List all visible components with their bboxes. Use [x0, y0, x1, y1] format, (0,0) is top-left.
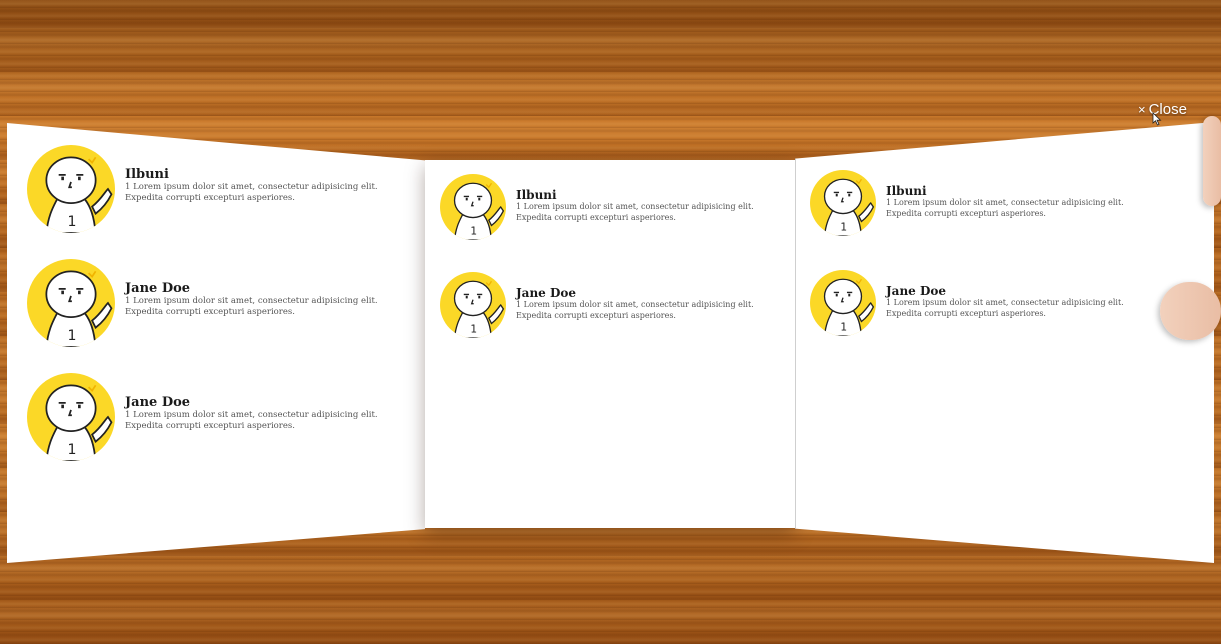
close-icon[interactable]: ×: [1138, 102, 1146, 117]
svg-text:1: 1: [67, 442, 76, 458]
svg-text:1: 1: [840, 322, 847, 334]
card-description: 1 Lorem ipsum dolor sit amet, consectetu…: [125, 182, 378, 204]
card-ilbuni[interactable]: 1 Ilbuni 1 Lorem ipsum dolor sit amet, c…: [440, 174, 776, 240]
card-description: 1 Lorem ipsum dolor sit amet, consectetu…: [516, 202, 754, 222]
card-jane-doe[interactable]: 1 Jane Doe 1 Lorem ipsum dolor sit amet,…: [27, 259, 405, 347]
avatar: 1: [27, 373, 115, 461]
avatar: 1: [810, 170, 876, 236]
card-jane-doe[interactable]: 1 Jane Doe 1 Lorem ipsum dolor sit amet,…: [810, 270, 1146, 336]
card-name: Jane Doe: [125, 395, 191, 410]
card-name: Ilbuni: [886, 184, 927, 198]
card-description: 1 Lorem ipsum dolor sit amet, consectetu…: [516, 300, 754, 320]
svg-text:1: 1: [67, 328, 76, 344]
avatar: 1: [810, 270, 876, 336]
card-name: Jane Doe: [886, 284, 947, 298]
card-ilbuni[interactable]: 1 Ilbuni 1 Lorem ipsum dolor sit amet, c…: [810, 170, 1146, 236]
avatar: 1: [27, 145, 115, 233]
card-name: Ilbuni: [125, 167, 169, 182]
avatar: 1: [440, 272, 506, 338]
right-panel: 1 Ilbuni 1 Lorem ipsum dolor sit amet, c…: [795, 122, 1214, 563]
center-panel: 1 Ilbuni 1 Lorem ipsum dolor sit amet, c…: [425, 160, 795, 528]
svg-text:1: 1: [840, 222, 847, 234]
pointer-cursor-icon: [1152, 112, 1162, 126]
card-description: 1 Lorem ipsum dolor sit amet, consectetu…: [125, 296, 378, 318]
close-button[interactable]: × Close: [1138, 101, 1187, 118]
finger-image: [1160, 282, 1221, 340]
svg-text:1: 1: [470, 324, 477, 336]
card-ilbuni[interactable]: 1 Ilbuni 1 Lorem ipsum dolor sit amet, c…: [27, 145, 405, 233]
card-jane-doe[interactable]: 1 Jane Doe 1 Lorem ipsum dolor sit amet,…: [27, 373, 405, 461]
card-description: 1 Lorem ipsum dolor sit amet, consectetu…: [125, 410, 378, 432]
card-name: Jane Doe: [516, 286, 577, 300]
card-description: 1 Lorem ipsum dolor sit amet, consectetu…: [886, 298, 1124, 318]
card-name: Jane Doe: [125, 281, 191, 296]
svg-text:1: 1: [470, 226, 477, 238]
card-description: 1 Lorem ipsum dolor sit amet, consectetu…: [886, 198, 1124, 218]
svg-text:1: 1: [67, 214, 76, 230]
avatar: 1: [27, 259, 115, 347]
left-panel: 1 Ilbuni 1 Lorem ipsum dolor sit amet, c…: [7, 123, 425, 563]
card-name: Ilbuni: [516, 188, 557, 202]
card-jane-doe[interactable]: 1 Jane Doe 1 Lorem ipsum dolor sit amet,…: [440, 272, 776, 338]
avatar: 1: [440, 174, 506, 240]
finger-image: [1203, 116, 1221, 206]
